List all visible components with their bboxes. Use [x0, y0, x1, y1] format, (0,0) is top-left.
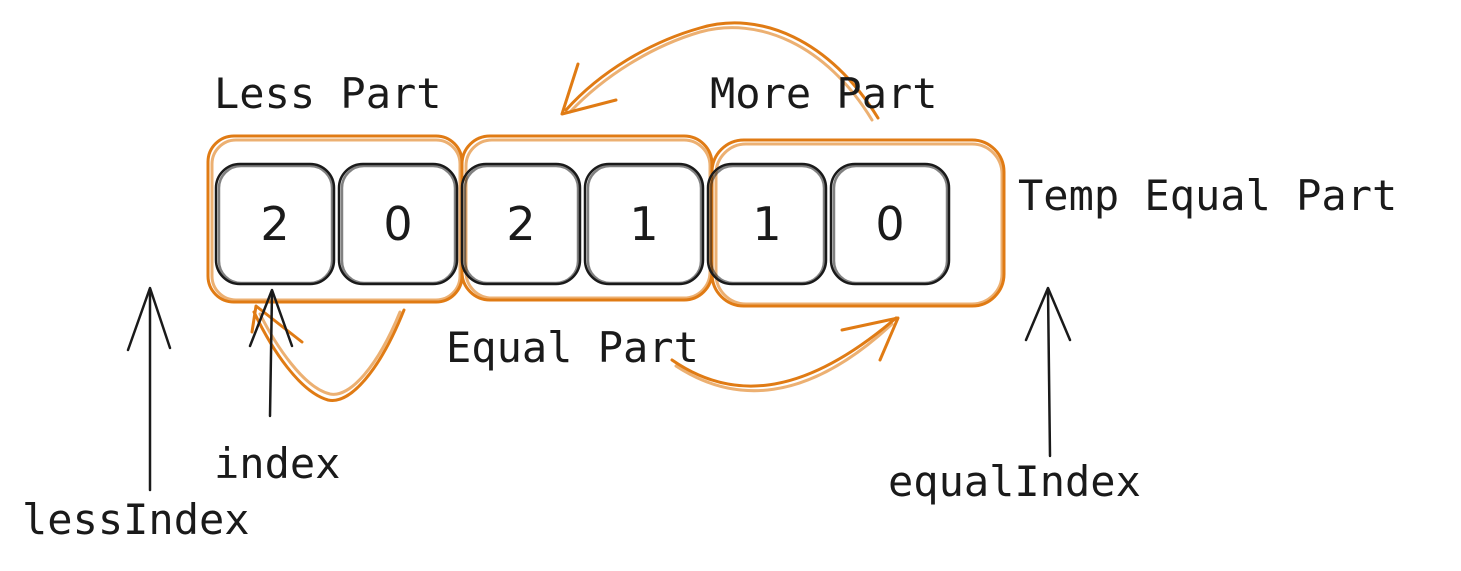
array-cell-value: 2: [260, 197, 289, 251]
temp-equal-part-label: Temp Equal Part: [1018, 171, 1397, 220]
array-cell-value: 0: [383, 197, 412, 251]
less-index-label: lessIndex: [22, 495, 250, 544]
index-arrow: [268, 290, 274, 418]
array-cell-value: 2: [506, 197, 535, 251]
equal-to-temp-arrow: [670, 316, 898, 388]
array-cell-value: 0: [875, 197, 904, 251]
partition-diagram: 2 0 2 1 1 0 Less Part More Part Temp Equal Pa…: [22, 21, 1397, 544]
more-part-label: More Part: [710, 69, 938, 118]
less-part-label: Less Part: [214, 69, 442, 118]
index-label: index: [214, 439, 340, 488]
array-cells: 2 0 2 1 1 0: [214, 162, 951, 286]
equal-index-label: equalIndex: [888, 457, 1141, 506]
equal-part-label: Equal Part: [446, 323, 699, 372]
equal-index-arrow: [1046, 288, 1052, 458]
array-cell-value: 1: [752, 197, 781, 251]
array-cell-value: 1: [629, 197, 658, 251]
